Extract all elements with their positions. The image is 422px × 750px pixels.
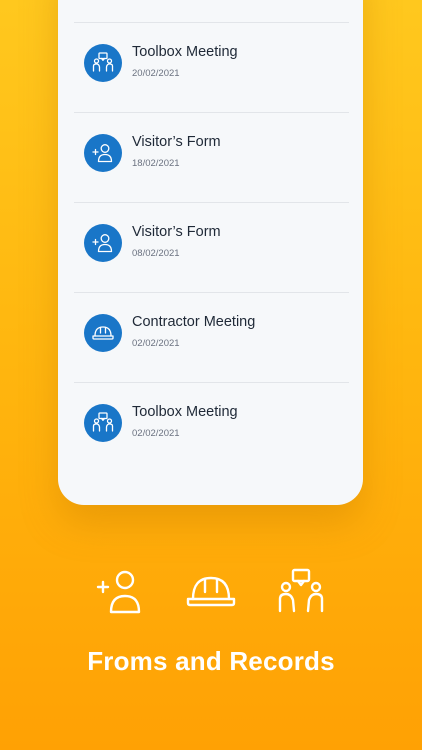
record-row[interactable]: Visitor’s Form 08/02/2021 [74,203,349,293]
records-list: Toolbox Meeting 20/02/2021 Visitor’s For… [74,22,349,473]
record-date: 20/02/2021 [132,68,180,79]
visitor-add-icon [96,570,141,614]
hard-hat-icon [186,576,236,607]
phone-screen: Toolbox Meeting 20/02/2021 Visitor’s For… [58,0,363,505]
record-row[interactable]: Contractor Meeting 02/02/2021 [74,293,349,383]
record-title: Contractor Meeting [132,314,256,330]
toolbox-meeting-icon [84,404,122,442]
record-date: 08/02/2021 [132,248,180,259]
record-date: 18/02/2021 [132,158,180,169]
visitor-add-icon [84,134,122,172]
hard-hat-icon [84,314,122,352]
visitor-add-icon [84,224,122,262]
record-row[interactable]: Visitor’s Form 18/02/2021 [74,113,349,203]
record-title: Toolbox Meeting [132,44,238,60]
record-row[interactable]: Toolbox Meeting 02/02/2021 [74,383,349,473]
record-row[interactable]: Toolbox Meeting 20/02/2021 [74,23,349,113]
toolbox-meeting-icon [84,44,122,82]
page-caption: Froms and Records [87,646,335,676]
record-title: Visitor’s Form [132,224,221,240]
record-date: 02/02/2021 [132,338,180,349]
feature-icons [0,566,422,618]
record-title: Toolbox Meeting [132,404,238,420]
record-date: 02/02/2021 [132,428,180,439]
record-title: Visitor’s Form [132,134,221,150]
toolbox-meeting-icon [278,568,324,613]
